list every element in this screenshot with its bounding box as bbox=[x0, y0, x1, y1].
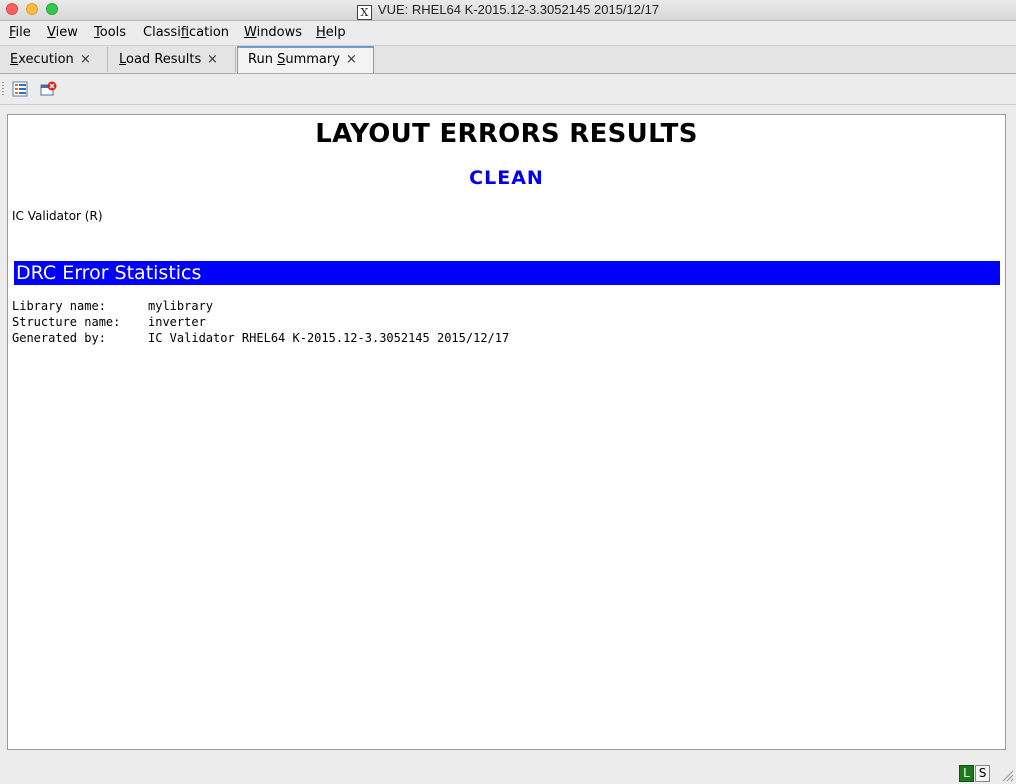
toolbar bbox=[0, 74, 1016, 105]
close-report-icon[interactable] bbox=[40, 81, 57, 97]
menu-windows-mnemonic: W bbox=[244, 25, 257, 40]
field-library-key: Library name: bbox=[12, 299, 106, 313]
menu-classification-mnemonic: f bbox=[180, 25, 190, 40]
window-title-text: VUE: RHEL64 K-2015.12-3.3052145 2015/12/… bbox=[377, 2, 660, 17]
menu-classification-pre: Classi bbox=[143, 25, 181, 40]
list-view-icon[interactable] bbox=[12, 81, 28, 97]
tab-run-summary-pre: Run bbox=[248, 52, 278, 67]
status-s-indicator[interactable]: S bbox=[975, 765, 990, 782]
section-header-drc: DRC Error Statistics bbox=[14, 261, 1000, 285]
menu-help[interactable]: Help bbox=[316, 25, 346, 40]
tab-load-results-label: oad Results bbox=[126, 52, 202, 67]
menu-view-mnemonic: V bbox=[47, 25, 56, 40]
tab-load-results-close-icon[interactable]: × bbox=[207, 47, 218, 72]
x11-app-icon: X bbox=[356, 5, 372, 20]
menu-view[interactable]: View bbox=[47, 25, 78, 40]
menu-tools-label: ools bbox=[99, 25, 127, 40]
tab-run-summary[interactable]: Run Summary × bbox=[237, 46, 374, 73]
menu-help-label: elp bbox=[325, 25, 346, 40]
window-title: X VUE: RHEL64 K-2015.12-3.3052145 2015/12… bbox=[0, 2, 1016, 20]
status-l-indicator[interactable]: L bbox=[959, 765, 974, 782]
tab-run-summary-close-icon[interactable]: × bbox=[346, 48, 357, 72]
field-structure-key: Structure name: bbox=[12, 315, 121, 329]
report-panel: LAYOUT ERRORS RESULTS CLEAN IC Validator… bbox=[7, 114, 1006, 750]
tab-load-results-mnemonic: L bbox=[119, 52, 127, 67]
field-library: Library name: mylibrary bbox=[12, 299, 213, 313]
tab-load-results[interactable]: Load Results × bbox=[109, 47, 236, 72]
field-generated-by: Generated by: IC Validator RHEL64 K-2015.… bbox=[12, 331, 509, 345]
field-structure: Structure name: inverter bbox=[12, 315, 206, 329]
tab-execution-mnemonic: E bbox=[10, 52, 19, 67]
menu-view-label: iew bbox=[55, 25, 78, 40]
menu-windows[interactable]: Windows bbox=[244, 25, 302, 40]
field-structure-value: inverter bbox=[148, 315, 206, 329]
menu-windows-label: indows bbox=[256, 25, 303, 40]
field-generated-by-value: IC Validator RHEL64 K-2015.12-3.3052145 … bbox=[148, 331, 510, 345]
menu-file-label: ile bbox=[15, 25, 31, 40]
resize-grip-icon[interactable] bbox=[1002, 770, 1014, 782]
report-title: LAYOUT ERRORS RESULTS bbox=[315, 119, 698, 149]
field-generated-by-key: Generated by: bbox=[12, 331, 106, 345]
tab-execution[interactable]: Execution × bbox=[0, 47, 108, 72]
tab-bar: Execution × Load Results × Run Summary × bbox=[0, 46, 1016, 74]
menu-tools[interactable]: Tools bbox=[94, 25, 126, 40]
tab-run-summary-label: ummary bbox=[285, 52, 340, 67]
tool-name: IC Validator (R) bbox=[12, 209, 103, 223]
report-status: CLEAN bbox=[469, 167, 544, 189]
menu-file[interactable]: File bbox=[9, 25, 31, 40]
menu-classification[interactable]: Classification bbox=[143, 25, 229, 40]
menu-classification-label: ication bbox=[189, 25, 230, 40]
tab-execution-label: xecution bbox=[18, 52, 74, 67]
field-library-value: mylibrary bbox=[148, 299, 214, 313]
toolbar-grip[interactable] bbox=[2, 82, 4, 96]
window-title-bar: X VUE: RHEL64 K-2015.12-3.3052145 2015/12… bbox=[0, 0, 1016, 21]
tab-execution-close-icon[interactable]: × bbox=[80, 47, 91, 72]
menu-help-mnemonic: H bbox=[316, 25, 326, 40]
menu-bar: File View Tools Classification Windows H… bbox=[0, 21, 1016, 46]
